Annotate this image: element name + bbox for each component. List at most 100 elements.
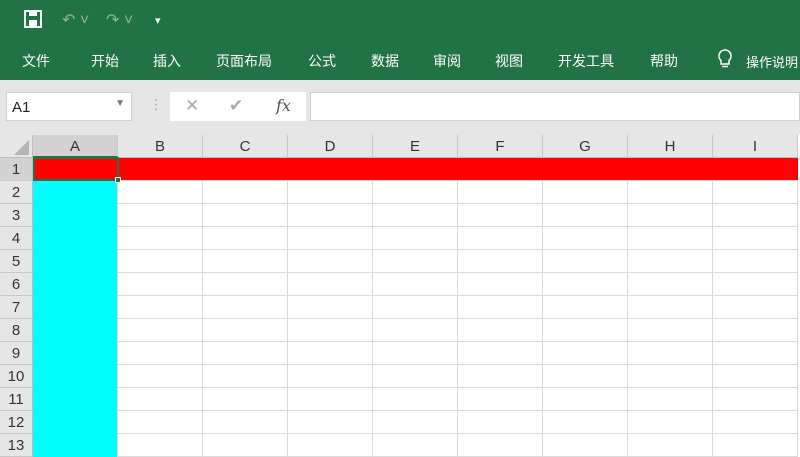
column-header-H[interactable]: H bbox=[628, 135, 713, 158]
tab-developer[interactable]: 开发工具 bbox=[558, 51, 614, 71]
cancel-icon[interactable]: ✕ bbox=[185, 96, 199, 116]
cell[interactable] bbox=[33, 250, 118, 273]
row-header-12[interactable]: 12 bbox=[0, 411, 33, 434]
tell-me-search[interactable]: 操作说明 bbox=[746, 52, 798, 71]
cell[interactable] bbox=[118, 273, 203, 296]
cell[interactable] bbox=[628, 273, 713, 296]
cell[interactable] bbox=[288, 204, 373, 227]
row-header-6[interactable]: 6 bbox=[0, 273, 33, 296]
cell[interactable] bbox=[543, 411, 628, 434]
tab-home[interactable]: 开始 bbox=[91, 51, 119, 71]
cell[interactable] bbox=[458, 227, 543, 250]
cell[interactable] bbox=[118, 227, 203, 250]
fill-handle[interactable] bbox=[115, 177, 121, 183]
cell[interactable] bbox=[373, 365, 458, 388]
cell[interactable] bbox=[373, 158, 458, 181]
cell[interactable] bbox=[203, 158, 288, 181]
row-header-5[interactable]: 5 bbox=[0, 250, 33, 273]
cell[interactable] bbox=[118, 411, 203, 434]
cell[interactable] bbox=[203, 181, 288, 204]
cell[interactable] bbox=[458, 388, 543, 411]
cell[interactable] bbox=[373, 227, 458, 250]
cell[interactable] bbox=[33, 204, 118, 227]
lightbulb-icon[interactable] bbox=[717, 49, 733, 72]
cell[interactable] bbox=[628, 388, 713, 411]
column-header-C[interactable]: C bbox=[203, 135, 288, 158]
cell[interactable] bbox=[288, 342, 373, 365]
cell[interactable] bbox=[543, 250, 628, 273]
column-header-E[interactable]: E bbox=[373, 135, 458, 158]
tab-review[interactable]: 审阅 bbox=[433, 51, 461, 71]
cell[interactable] bbox=[628, 411, 713, 434]
cell[interactable] bbox=[203, 227, 288, 250]
undo-icon[interactable]: ↶ ˅ bbox=[62, 10, 89, 30]
cell[interactable] bbox=[628, 204, 713, 227]
cell[interactable] bbox=[288, 227, 373, 250]
insert-function-button[interactable]: fx bbox=[276, 96, 291, 115]
cell[interactable] bbox=[458, 365, 543, 388]
cell[interactable] bbox=[543, 158, 628, 181]
select-all-button[interactable] bbox=[0, 135, 33, 158]
cell[interactable] bbox=[33, 434, 118, 457]
cell[interactable] bbox=[288, 158, 373, 181]
row-header-3[interactable]: 3 bbox=[0, 204, 33, 227]
cell[interactable] bbox=[288, 388, 373, 411]
cell[interactable] bbox=[713, 158, 798, 181]
cell[interactable] bbox=[458, 250, 543, 273]
cell[interactable] bbox=[713, 388, 798, 411]
cell[interactable] bbox=[203, 365, 288, 388]
cell[interactable] bbox=[118, 158, 203, 181]
cell[interactable] bbox=[713, 342, 798, 365]
cell[interactable] bbox=[458, 319, 543, 342]
tab-help[interactable]: 帮助 bbox=[650, 51, 678, 71]
drag-handle-icon[interactable]: ⋮ bbox=[149, 96, 163, 113]
cell[interactable] bbox=[118, 181, 203, 204]
cell[interactable] bbox=[203, 342, 288, 365]
cell[interactable] bbox=[458, 342, 543, 365]
cell[interactable] bbox=[628, 181, 713, 204]
cell[interactable] bbox=[33, 342, 118, 365]
cell[interactable] bbox=[713, 434, 798, 457]
cell[interactable] bbox=[203, 296, 288, 319]
cell[interactable] bbox=[543, 204, 628, 227]
column-header-A[interactable]: A bbox=[33, 135, 118, 158]
cell[interactable] bbox=[288, 365, 373, 388]
cell[interactable] bbox=[203, 204, 288, 227]
column-header-B[interactable]: B bbox=[118, 135, 203, 158]
cell[interactable] bbox=[203, 273, 288, 296]
tab-insert[interactable]: 插入 bbox=[153, 51, 181, 71]
cell[interactable] bbox=[373, 181, 458, 204]
cell[interactable] bbox=[458, 273, 543, 296]
cell[interactable] bbox=[288, 181, 373, 204]
cell[interactable] bbox=[118, 319, 203, 342]
cell[interactable] bbox=[373, 342, 458, 365]
cell[interactable] bbox=[203, 388, 288, 411]
column-header-D[interactable]: D bbox=[288, 135, 373, 158]
cell[interactable] bbox=[118, 204, 203, 227]
row-header-8[interactable]: 8 bbox=[0, 319, 33, 342]
cell[interactable] bbox=[118, 296, 203, 319]
cell[interactable] bbox=[373, 434, 458, 457]
cell[interactable] bbox=[373, 204, 458, 227]
cell[interactable] bbox=[628, 296, 713, 319]
chevron-down-icon[interactable]: ▼ bbox=[115, 98, 125, 109]
row-header-2[interactable]: 2 bbox=[0, 181, 33, 204]
cell[interactable] bbox=[118, 388, 203, 411]
cell[interactable] bbox=[713, 204, 798, 227]
cell[interactable] bbox=[33, 273, 118, 296]
cell[interactable] bbox=[543, 388, 628, 411]
cell[interactable] bbox=[458, 434, 543, 457]
cell[interactable] bbox=[713, 181, 798, 204]
tab-formulas[interactable]: 公式 bbox=[308, 51, 336, 71]
save-icon[interactable] bbox=[24, 10, 42, 33]
column-header-G[interactable]: G bbox=[543, 135, 628, 158]
tab-view[interactable]: 视图 bbox=[495, 51, 523, 71]
cell[interactable] bbox=[288, 411, 373, 434]
name-box[interactable]: A1 ▼ bbox=[6, 92, 132, 121]
cell[interactable] bbox=[373, 250, 458, 273]
cell[interactable] bbox=[628, 434, 713, 457]
cell[interactable] bbox=[288, 273, 373, 296]
row-header-1[interactable]: 1 bbox=[0, 158, 33, 181]
row-header-10[interactable]: 10 bbox=[0, 365, 33, 388]
cell[interactable] bbox=[458, 204, 543, 227]
